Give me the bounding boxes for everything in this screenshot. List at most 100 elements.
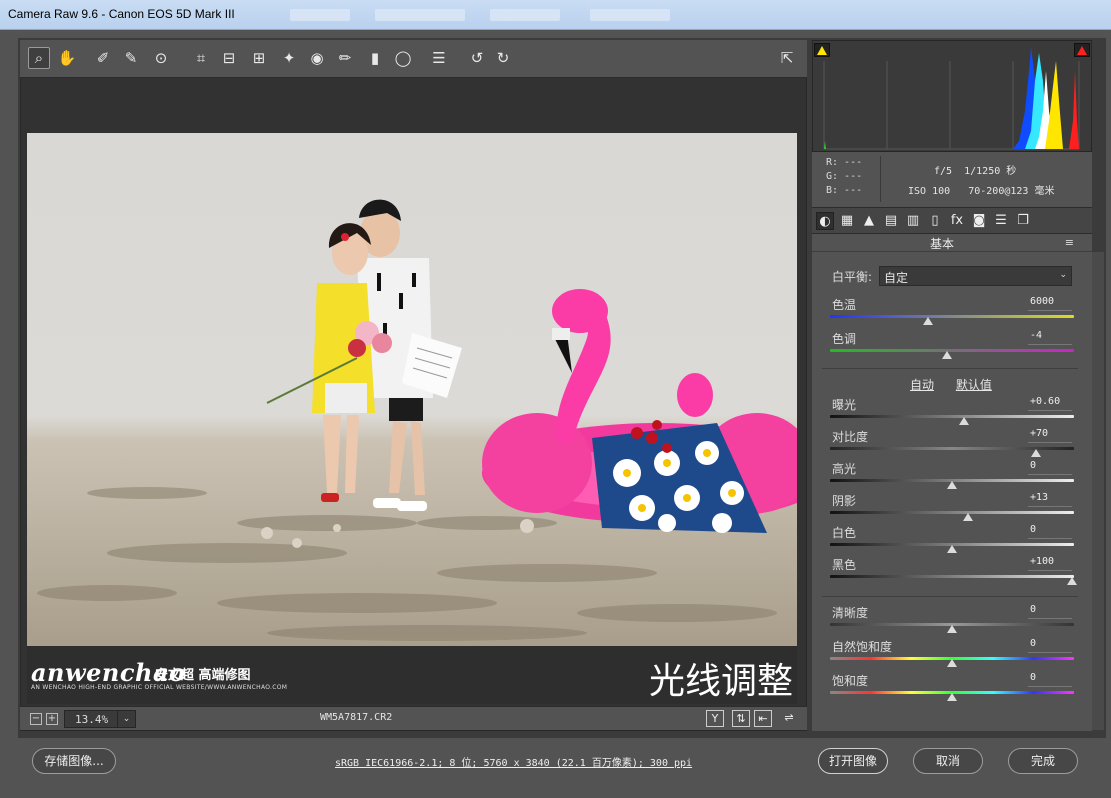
- slider-track[interactable]: [830, 575, 1074, 578]
- slider-value-input[interactable]: 0: [1028, 460, 1072, 475]
- aperture-value: f/5: [934, 166, 953, 177]
- slider-thumb[interactable]: [942, 351, 953, 359]
- panel-menu-icon[interactable]: ≡: [1065, 236, 1074, 249]
- slider-thumb[interactable]: [947, 481, 957, 489]
- tab-snapshots[interactable]: ❐: [1014, 212, 1032, 230]
- open-image-button[interactable]: 打开图像: [818, 748, 888, 774]
- preview-settings-button[interactable]: ⇌: [780, 710, 798, 727]
- slider-blacks: 黑色 +100: [830, 556, 1077, 588]
- brand-logo-subtitle: AN WENCHAO HIGH-END GRAPHIC OFFICIAL WEB…: [31, 684, 288, 691]
- preferences-icon[interactable]: ☰: [428, 47, 450, 69]
- chevron-down-icon[interactable]: ⌄: [117, 711, 135, 727]
- zoom-tool-icon[interactable]: ⌕: [28, 47, 50, 69]
- preview-status-bar: − + 13.4% ⌄ WM5A7817.CR2 Y ⇅ ⇤ ⇌: [20, 706, 807, 730]
- shutter-value: 1/1250 秒: [964, 166, 1017, 177]
- hand-tool-icon[interactable]: ✋: [56, 47, 78, 69]
- swap-settings-button[interactable]: ⇅: [732, 710, 750, 727]
- red-eye-tool-icon[interactable]: ◉: [306, 47, 328, 69]
- preview-image[interactable]: [27, 133, 797, 646]
- slider-value-input[interactable]: +0.60: [1028, 396, 1072, 411]
- zoom-out-button[interactable]: −: [30, 713, 42, 725]
- blue-readout: B: ---: [826, 185, 863, 196]
- default-link[interactable]: 默认值: [956, 378, 992, 392]
- spot-removal-tool-icon[interactable]: ✦: [278, 47, 300, 69]
- slider-label: 清晰度: [832, 606, 869, 620]
- slider-value-input[interactable]: -4: [1028, 330, 1072, 345]
- tab-camera-calibration[interactable]: ◙: [970, 212, 988, 230]
- before-after-toggle-button[interactable]: Y: [706, 710, 724, 727]
- slider-thumb[interactable]: [947, 693, 957, 701]
- slider-thumb[interactable]: [962, 513, 973, 521]
- window-title: Camera Raw 9.6 - Canon EOS 5D Mark III: [8, 7, 235, 21]
- section-divider: [822, 368, 1078, 369]
- rotate-right-icon[interactable]: ↻: [492, 47, 514, 69]
- slider-saturation: 饱和度 0: [830, 672, 1074, 704]
- tab-tone-curve[interactable]: ▦: [838, 212, 856, 230]
- slider-value-input[interactable]: 0: [1028, 604, 1072, 619]
- slider-label: 曝光: [832, 398, 857, 412]
- slider-thumb[interactable]: [947, 545, 957, 553]
- histogram-graph: [823, 47, 1080, 150]
- cancel-button[interactable]: 取消: [913, 748, 983, 774]
- green-readout: G: ---: [826, 171, 863, 182]
- workflow-options-link[interactable]: sRGB IEC61966-2.1; 8 位; 5760 x 3840 (22.…: [335, 754, 692, 769]
- exif-readout: f/5 1/1250 秒 ISO 100 70-200@123 毫米: [908, 162, 1054, 202]
- white-balance-tool-icon[interactable]: ✐: [92, 47, 114, 69]
- radial-filter-icon[interactable]: ◯: [392, 47, 414, 69]
- slider-thumb[interactable]: [959, 417, 969, 425]
- rgb-readout: R: --- G: --- B: ---: [826, 156, 862, 198]
- tab-basic[interactable]: ◐: [816, 212, 834, 230]
- zoom-in-button[interactable]: +: [46, 713, 58, 725]
- zoom-level-select[interactable]: 13.4% ⌄: [64, 710, 136, 728]
- slider-value-input[interactable]: 6000: [1028, 296, 1072, 311]
- slider-clarity: 清晰度 0: [830, 604, 1074, 636]
- copy-settings-button[interactable]: ⇤: [754, 710, 772, 727]
- save-image-button[interactable]: 存储图像...: [32, 748, 116, 774]
- white-balance-select[interactable]: 自定 ⌄: [879, 266, 1072, 286]
- slider-label: 阴影: [832, 494, 857, 508]
- adjustment-brush-icon[interactable]: ✏: [334, 47, 356, 69]
- transform-tool-icon[interactable]: ⊞: [248, 47, 270, 69]
- tab-detail[interactable]: ▲: [860, 212, 878, 230]
- tab-lens[interactable]: ▯: [926, 212, 944, 230]
- slider-track[interactable]: [830, 415, 1074, 418]
- panel-header: 基本 ≡: [812, 234, 1092, 252]
- straighten-tool-icon[interactable]: ⊟: [218, 47, 240, 69]
- lens-value: 70-200@123 毫米: [968, 186, 1055, 197]
- crop-tool-icon[interactable]: ⌗: [190, 47, 212, 69]
- auto-link[interactable]: 自动: [910, 378, 934, 392]
- slider-tint: 色调 -4: [830, 330, 1074, 362]
- tab-effects[interactable]: fx: [948, 212, 966, 230]
- panel-scrollbar[interactable]: [1092, 252, 1104, 730]
- tab-hsl[interactable]: ▤: [882, 212, 900, 230]
- white-balance-label: 白平衡:: [832, 270, 873, 284]
- tab-presets[interactable]: ☰: [992, 212, 1010, 230]
- slider-value-input[interactable]: 0: [1028, 524, 1072, 539]
- slider-value-input[interactable]: +70: [1028, 428, 1072, 443]
- slider-thumb[interactable]: [947, 625, 957, 633]
- fullscreen-toggle-icon[interactable]: ⇱: [776, 47, 798, 69]
- slider-value-input[interactable]: 0: [1028, 638, 1072, 653]
- graduated-filter-icon[interactable]: ▮: [364, 47, 386, 69]
- slider-shadows: 阴影 +13: [830, 492, 1074, 524]
- slider-thumb[interactable]: [1067, 577, 1077, 585]
- slider-value-input[interactable]: +13: [1028, 492, 1072, 507]
- slider-track[interactable]: [830, 511, 1074, 514]
- slider-temperature: 色温 6000: [830, 296, 1074, 328]
- tool-bar: ⌕ ✋ ✐ ✎ ⊙ ⌗ ⊟ ⊞ ✦ ◉ ✏ ▮ ◯ ☰ ↺ ↻ ⇱: [20, 40, 807, 78]
- slider-value-input[interactable]: 0: [1028, 672, 1072, 687]
- slider-label: 高光: [832, 462, 857, 476]
- section-divider: [822, 596, 1078, 597]
- slider-thumb[interactable]: [923, 317, 933, 325]
- slider-label: 自然饱和度: [832, 640, 893, 654]
- slider-thumb[interactable]: [1031, 449, 1041, 457]
- slider-track[interactable]: [830, 315, 1074, 318]
- slider-exposure: 曝光 +0.60: [830, 396, 1074, 428]
- slider-thumb[interactable]: [947, 659, 957, 667]
- rotate-left-icon[interactable]: ↺: [466, 47, 488, 69]
- tab-split-toning[interactable]: ▥: [904, 212, 922, 230]
- targeted-adjustment-tool-icon[interactable]: ⊙: [150, 47, 172, 69]
- slider-value-input[interactable]: +100: [1028, 556, 1072, 571]
- done-button[interactable]: 完成: [1008, 748, 1078, 774]
- color-sampler-tool-icon[interactable]: ✎: [120, 47, 142, 69]
